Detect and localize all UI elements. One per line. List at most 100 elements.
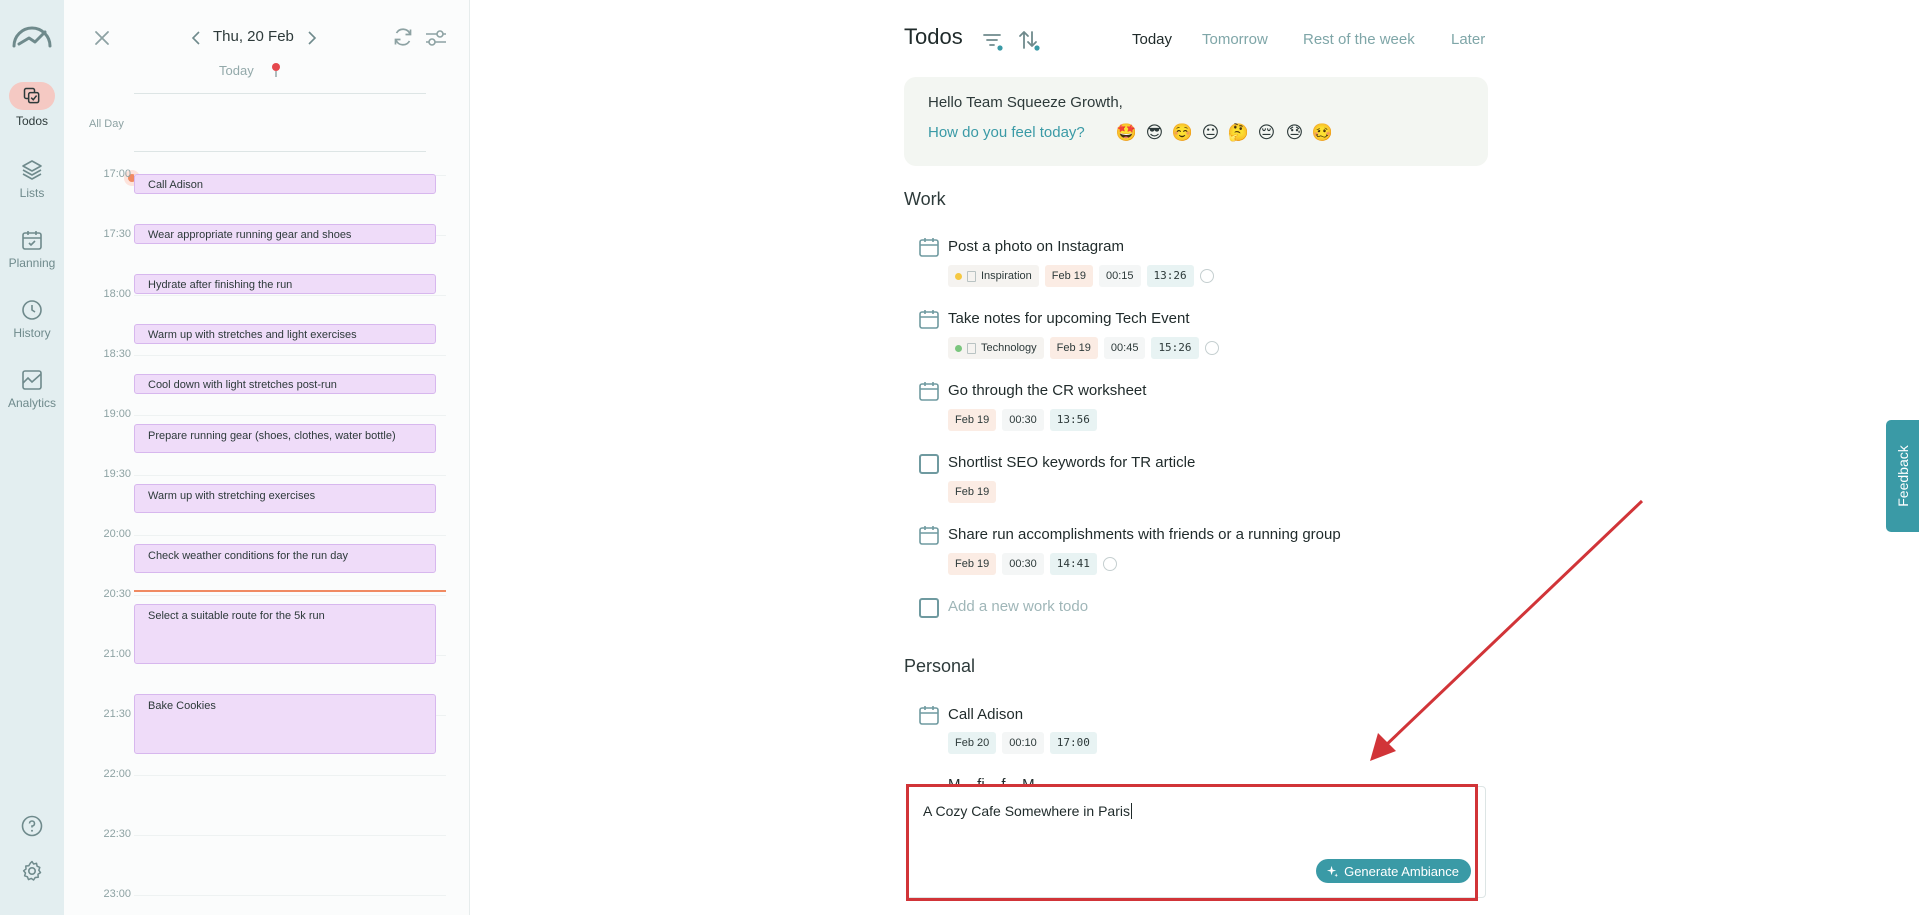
- calendar-event[interactable]: Warm up with stretches and light exercis…: [134, 324, 436, 344]
- duration-chip[interactable]: 00:10: [1002, 732, 1044, 754]
- mood-emoji[interactable]: 😎: [1143, 121, 1166, 144]
- calendar-event[interactable]: Bake Cookies: [134, 694, 436, 754]
- hour-label: 18:00: [103, 288, 131, 300]
- hour-label: 23:00: [103, 888, 131, 900]
- calendar-date: Thu, 20 Feb: [213, 28, 294, 45]
- tab-later[interactable]: Later: [1451, 31, 1485, 48]
- mood-emoji[interactable]: 😔: [1255, 121, 1278, 144]
- sync-icon[interactable]: [392, 26, 414, 48]
- today-link[interactable]: Today: [219, 63, 254, 78]
- page-title: Todos: [904, 24, 963, 49]
- hour-label: 22:30: [103, 828, 131, 840]
- settings-sliders-icon[interactable]: [424, 27, 448, 49]
- calendar-icon[interactable]: [918, 308, 940, 330]
- nav-analytics[interactable]: Analytics: [0, 368, 64, 410]
- hour-row: 18:30: [64, 348, 464, 360]
- hour-label: 21:00: [103, 648, 131, 660]
- time-chip[interactable]: 13:26: [1146, 265, 1194, 287]
- time-chip[interactable]: 17:00: [1049, 732, 1097, 754]
- nav-label: Todos: [15, 114, 49, 128]
- calendar-event[interactable]: Cool down with light stretches post-run: [134, 374, 436, 394]
- section-heading-personal: Personal: [904, 656, 976, 676]
- date-chip[interactable]: Feb 19: [1044, 265, 1094, 287]
- clock-icon: [22, 300, 42, 320]
- complete-circle[interactable]: [1199, 269, 1214, 283]
- todo-checkbox: [919, 598, 939, 618]
- time-chip[interactable]: 15:26: [1151, 337, 1199, 359]
- settings-gear-icon[interactable]: [20, 859, 44, 883]
- hour-row: 22:30: [64, 828, 464, 840]
- mood-emoji[interactable]: 🤩: [1115, 121, 1138, 144]
- tag-chip[interactable]: Inspiration: [948, 265, 1039, 287]
- todo-title[interactable]: Post a photo on Instagram: [948, 238, 1124, 255]
- mood-emoji[interactable]: 😐: [1199, 121, 1222, 144]
- nav-lists[interactable]: Lists: [0, 158, 64, 200]
- nav-todos[interactable]: Todos: [0, 82, 64, 128]
- complete-circle[interactable]: [1204, 341, 1219, 355]
- mood-emoji[interactable]: 🥴: [1311, 121, 1334, 144]
- complete-circle[interactable]: [1102, 557, 1117, 571]
- todo-title[interactable]: Call Adison: [948, 706, 1023, 723]
- calendar-icon[interactable]: [918, 524, 940, 546]
- add-work-todo-input[interactable]: Add a new work todo: [948, 598, 1088, 615]
- calendar-event[interactable]: Hydrate after finishing the run: [134, 274, 436, 294]
- calendar-event[interactable]: Select a suitable route for the 5k run: [134, 604, 436, 664]
- todo-title[interactable]: Share run accomplishments with friends o…: [948, 526, 1341, 543]
- time-chip[interactable]: 14:41: [1049, 553, 1097, 575]
- date-chip[interactable]: Feb 19: [1049, 337, 1098, 359]
- tag-label: Inspiration: [981, 270, 1032, 282]
- mood-emoji-picker: 🤩 😎 ☺️ 😐 🤔 😔 😓 🥴: [1115, 121, 1334, 144]
- day-calendar-panel: Thu, 20 Feb Today All Day 17:00 17:30 18…: [64, 0, 470, 915]
- hour-label: 22:00: [103, 768, 131, 780]
- nav-planning[interactable]: Planning: [0, 228, 64, 270]
- calendar-event[interactable]: Prepare running gear (shoes, clothes, wa…: [134, 424, 436, 453]
- tab-tomorrow[interactable]: Tomorrow: [1202, 31, 1268, 48]
- todo-title[interactable]: Take notes for upcoming Tech Event: [948, 310, 1190, 327]
- sort-icon[interactable]: [1017, 28, 1041, 52]
- duration-chip[interactable]: 00:15: [1099, 265, 1141, 287]
- date-chip[interactable]: Feb 19: [948, 409, 997, 431]
- todo-title[interactable]: Go through the CR worksheet: [948, 382, 1146, 399]
- duration-chip[interactable]: 00:30: [1002, 409, 1044, 431]
- todo-meta: Inspiration Feb 19 00:15 13:26: [948, 265, 1214, 287]
- duration-chip[interactable]: 00:30: [1002, 553, 1044, 575]
- calendar-icon[interactable]: [918, 380, 940, 402]
- hour-row: 22:00: [64, 768, 464, 780]
- mood-emoji[interactable]: 😓: [1283, 121, 1306, 144]
- tag-label: Technology: [981, 342, 1037, 354]
- help-icon[interactable]: [20, 814, 44, 838]
- date-chip[interactable]: Feb 20: [948, 732, 997, 754]
- mood-emoji[interactable]: ☺️: [1171, 121, 1194, 144]
- nav-label: Planning: [8, 256, 56, 270]
- logo-gauge-icon: [12, 26, 52, 48]
- todo-checkbox[interactable]: [919, 454, 939, 474]
- calendar-event[interactable]: Wear appropriate running gear and shoes: [134, 224, 436, 244]
- mood-emoji[interactable]: 🤔: [1227, 121, 1250, 144]
- todo-title[interactable]: Shortlist SEO keywords for TR article: [948, 454, 1195, 471]
- calendar-event[interactable]: Warm up with stretching exercises: [134, 484, 436, 513]
- todo-meta: Feb 19: [948, 481, 997, 503]
- duration-chip[interactable]: 00:45: [1103, 337, 1146, 359]
- chevron-left-icon[interactable]: [190, 30, 204, 46]
- chevron-right-icon[interactable]: [304, 30, 318, 46]
- tag-chip[interactable]: Technology: [948, 337, 1044, 359]
- feedback-tab[interactable]: Feedback: [1886, 420, 1919, 532]
- nav-history[interactable]: History: [0, 298, 64, 340]
- time-chip[interactable]: 13:56: [1049, 409, 1097, 431]
- filter-icon[interactable]: [981, 30, 1005, 52]
- date-chip[interactable]: Feb 19: [948, 553, 997, 575]
- hour-row: 18:00: [64, 288, 464, 300]
- hour-label: 20:00: [103, 528, 131, 540]
- todo-meta: Feb 19 00:30 14:41: [948, 553, 1117, 575]
- date-chip[interactable]: Feb 19: [948, 481, 997, 503]
- hour-row: 20:30: [64, 588, 464, 600]
- calendar-icon[interactable]: [918, 704, 940, 726]
- calendar-event[interactable]: Check weather conditions for the run day: [134, 544, 436, 573]
- calendar-event[interactable]: Call Adison: [134, 174, 436, 194]
- tab-today[interactable]: Today: [1132, 31, 1172, 48]
- hour-label: 20:30: [103, 588, 131, 600]
- close-icon[interactable]: [92, 28, 112, 48]
- calendar-icon[interactable]: [918, 236, 940, 258]
- nav-label: Lists: [19, 186, 45, 200]
- tab-rest-of-week[interactable]: Rest of the week: [1303, 31, 1415, 48]
